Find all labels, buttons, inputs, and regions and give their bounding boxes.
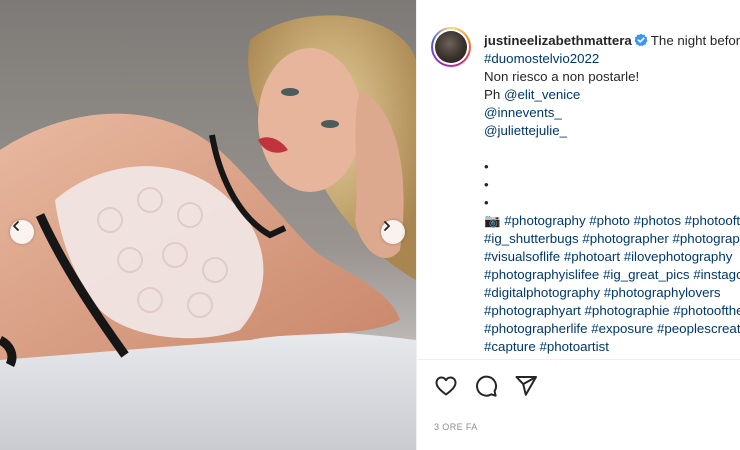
post-actions — [433, 373, 539, 399]
post-photo-illustration — [0, 15, 416, 450]
heart-icon — [435, 376, 457, 396]
caption-first-line: The night before — [650, 33, 740, 48]
post-timestamp[interactable]: 3 ORE FA — [434, 422, 478, 432]
comment-bubble-icon — [476, 375, 498, 397]
credit-prefix: Ph — [484, 87, 504, 102]
hashtag-links[interactable]: #photographyart #photographie #photoofth… — [484, 302, 740, 320]
next-photo-button[interactable] — [381, 220, 405, 244]
caption-credit: Ph @elit_venice — [484, 86, 740, 104]
share-button[interactable] — [513, 373, 539, 399]
hashtag-links[interactable]: #photographyislifee #ig_great_pics #inst… — [484, 266, 740, 284]
hashtag-links[interactable]: #photography #photo #photos #photoofthed… — [504, 213, 740, 228]
chevron-left-icon — [13, 221, 19, 231]
post-side-panel: justineelizabethmattera The night before… — [416, 0, 740, 450]
hashtag-links[interactable]: #ig_shutterbugs #photographer #photograp… — [484, 230, 740, 248]
previous-photo-button[interactable] — [10, 220, 34, 244]
mention-link[interactable]: @innevents_ — [484, 104, 740, 122]
hashtag-link[interactable]: #duomostelvio2022 — [484, 50, 740, 68]
avatar[interactable] — [431, 27, 471, 67]
paper-plane-icon — [515, 376, 537, 396]
comment-button[interactable] — [473, 373, 499, 399]
hashtag-links[interactable]: #photographerlife #exposure #peoplescrea… — [484, 320, 740, 338]
hashtag-links[interactable]: #digitalphotography #photographylovers — [484, 284, 740, 302]
verified-badge-icon — [634, 33, 648, 47]
username-link[interactable]: justineelizabethmattera — [484, 33, 632, 48]
mention-link[interactable]: @juliettejulie_ — [484, 122, 740, 140]
camera-emoji: 📷 — [484, 213, 505, 228]
mention-link[interactable]: @elit_venice — [504, 87, 580, 102]
caption-bullet: • — [484, 177, 489, 192]
caption-header: justineelizabethmattera The night before — [484, 32, 740, 50]
post-photo[interactable] — [0, 0, 416, 450]
caption-text: Non riesco a non postarle! — [484, 69, 640, 84]
hashtag-line: 📷 #photography #photo #photos #photoofth… — [484, 212, 740, 230]
hashtag-links[interactable]: #visualsoflife #photoart #ilovephotograp… — [484, 248, 740, 266]
chevron-right-icon — [384, 221, 390, 231]
divider — [417, 359, 740, 360]
hashtag-links[interactable]: #capture #photoartist — [484, 338, 740, 356]
caption-bullet: • — [484, 195, 489, 210]
caption-bullet: • — [484, 159, 489, 174]
like-button[interactable] — [433, 373, 459, 399]
avatar-image — [435, 31, 467, 63]
post-caption: justineelizabethmattera The night before… — [484, 32, 740, 358]
